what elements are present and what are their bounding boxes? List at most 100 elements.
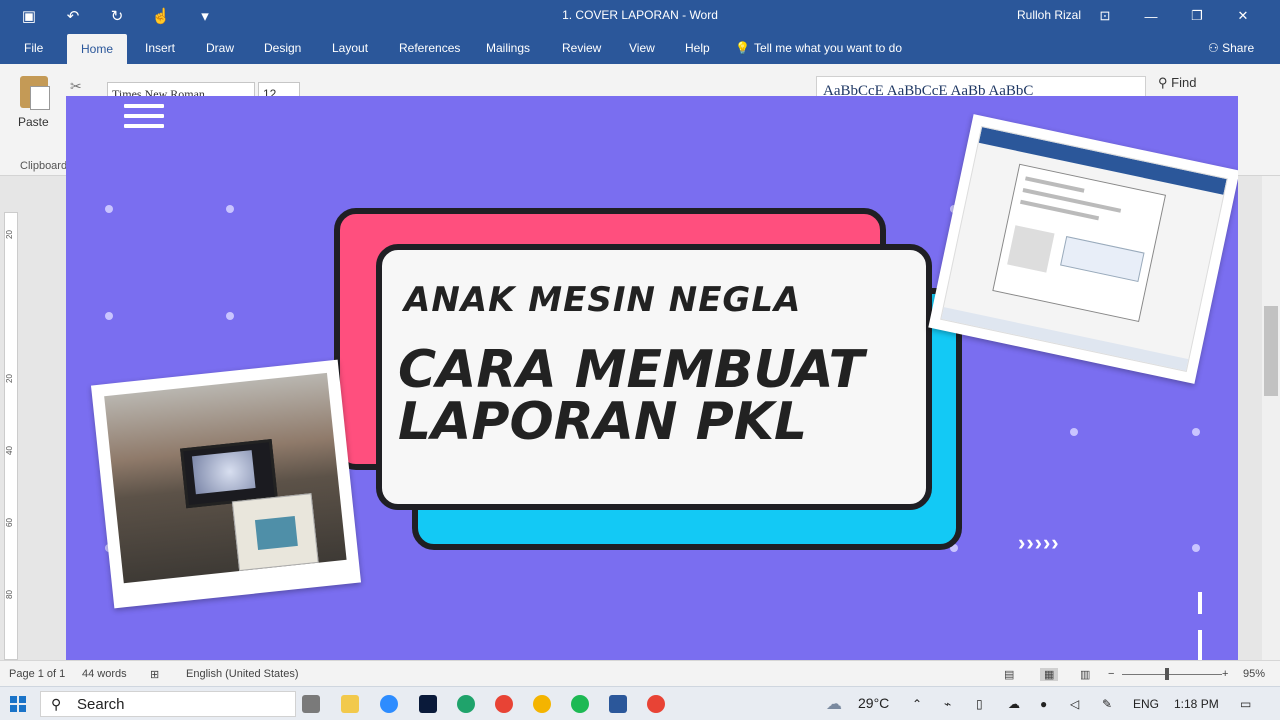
zoom-slider[interactable] [1122, 674, 1222, 675]
notifications-icon[interactable]: ▭ [1240, 697, 1251, 711]
temperature[interactable]: 29°C [858, 695, 889, 711]
video-title-line2: LAPORAN PKL [398, 392, 808, 452]
status-bar: Page 1 of 1 44 words ⊞ English (United S… [0, 660, 1280, 686]
word-count[interactable]: 44 words [82, 668, 127, 680]
windows-start-icon[interactable] [10, 696, 26, 712]
decor-dot [1192, 428, 1200, 436]
onedrive-icon[interactable]: ☁ [1008, 697, 1020, 711]
video-thumbnail: ANAK MESIN NEGLA CARA MEMBUAT LAPORAN PK… [66, 96, 1238, 660]
ruler-number: 20 [4, 230, 14, 239]
zoom-level[interactable]: 95% [1243, 668, 1265, 680]
video-title: CARA MEMBUAT LAPORAN PKL [398, 344, 864, 448]
clipboard-group-label: Clipboard [20, 160, 68, 172]
channel-name: ANAK MESIN NEGLA [404, 280, 802, 320]
taskbar: ⚲ Search ☁ 29°C ⌃ ⌁ ▯ ☁ ● ◁ ✎ ENG 1:18 P… [0, 686, 1280, 720]
vertical-ruler: 20 20 40 60 80 [0, 176, 20, 660]
ruler-number: 60 [4, 518, 14, 527]
edge-icon[interactable] [457, 695, 475, 713]
word-icon[interactable] [609, 695, 627, 713]
speaker-icon[interactable]: ◁ [1070, 697, 1079, 711]
spotify-icon[interactable] [571, 695, 589, 713]
file-explorer-icon[interactable] [341, 695, 359, 713]
window-controls: ⊡ — ❐ ✕ [1082, 5, 1266, 27]
dialog-line [1022, 188, 1122, 213]
read-mode-icon[interactable]: ▤ [1004, 668, 1014, 681]
decor-dot [1192, 544, 1200, 552]
chrome-icon[interactable] [647, 695, 665, 713]
dash-decoration [1198, 592, 1202, 614]
video-title-line1: CARA MEMBUAT [398, 340, 865, 400]
chevron-up-icon[interactable]: ⌃ [912, 697, 922, 711]
task-view-icon[interactable] [302, 695, 320, 713]
share-label: Share [1222, 41, 1255, 55]
tab-help[interactable]: Help [685, 41, 710, 55]
laptop-photo [90, 359, 362, 609]
paste-button[interactable]: Paste [18, 115, 49, 129]
zoom-app-icon[interactable] [380, 695, 398, 713]
tab-home[interactable]: Home [67, 34, 128, 64]
page-count[interactable]: Page 1 of 1 [9, 668, 65, 680]
dialog-preview [1007, 225, 1055, 273]
taskbar-search-label: Search [77, 696, 125, 713]
device-icon[interactable]: ▯ [976, 697, 983, 711]
decor-dot [226, 205, 234, 213]
zoom-slider-thumb[interactable] [1165, 668, 1169, 680]
restore-icon[interactable]: ❐ [1174, 5, 1220, 27]
screenshot-dialog [992, 163, 1167, 323]
tab-file[interactable]: File [24, 41, 43, 55]
report-book-image [231, 493, 319, 572]
screenshot-taskbar [941, 307, 1189, 371]
hamburger-icon [124, 104, 164, 134]
ruler-number: 20 [4, 374, 14, 383]
tab-view[interactable]: View [629, 41, 655, 55]
web-layout-icon[interactable]: ▥ [1080, 668, 1090, 681]
chrome-icon[interactable] [495, 695, 513, 713]
scissors-icon[interactable]: ✂ [70, 78, 82, 95]
ribbon-tabs: File Home Insert Draw Design Layout Refe… [0, 32, 1280, 64]
person-icon: ⚇ [1208, 41, 1223, 55]
tell-me-search[interactable]: 💡 Tell me what you want to do [735, 41, 902, 55]
pen-icon[interactable]: ✎ [1102, 697, 1112, 711]
clipboard-icon[interactable] [20, 76, 50, 110]
scroll-thumb[interactable] [1264, 306, 1278, 396]
tab-review[interactable]: Review [562, 41, 601, 55]
print-layout-icon[interactable]: ▦ [1040, 668, 1059, 681]
tab-mailings[interactable]: Mailings [486, 41, 530, 55]
screenshot-image [940, 125, 1228, 373]
proofing-icon[interactable]: ⊞ [150, 668, 159, 681]
tab-references[interactable]: References [399, 41, 460, 55]
word-screenshot-photo [928, 114, 1238, 384]
taskbar-search[interactable]: ⚲ Search [40, 691, 296, 717]
close-icon[interactable]: ✕ [1220, 5, 1266, 27]
weather-icon[interactable]: ☁ [826, 694, 842, 714]
tell-me-label: Tell me what you want to do [753, 41, 903, 55]
language-status[interactable]: English (United States) [186, 668, 299, 680]
search-icon: ⚲ [1158, 75, 1172, 90]
zoom-out-icon[interactable]: − [1108, 668, 1114, 680]
chrome-icon[interactable] [533, 695, 551, 713]
decor-dot [105, 312, 113, 320]
share-button[interactable]: ⚇ Share [1208, 41, 1254, 55]
microphone-icon[interactable]: ● [1040, 697, 1047, 711]
ruler-number: 40 [4, 446, 14, 455]
ruler-number: 80 [4, 590, 14, 599]
decor-dot [105, 205, 113, 213]
minimize-icon[interactable]: — [1128, 5, 1174, 27]
chevron-decoration: ››››› [1018, 530, 1060, 555]
vertical-scrollbar[interactable] [1238, 176, 1280, 660]
search-icon: ⚲ [51, 696, 62, 712]
find-button[interactable]: ⚲ Find [1158, 75, 1196, 91]
find-label: Find [1171, 75, 1197, 90]
tab-design[interactable]: Design [264, 41, 301, 55]
ribbon-display-icon[interactable]: ⊡ [1082, 5, 1128, 27]
scroll-track[interactable] [1262, 176, 1280, 660]
tab-layout[interactable]: Layout [332, 41, 368, 55]
user-name[interactable]: Rulloh Rizal [1017, 8, 1081, 22]
photoshop-icon[interactable] [419, 695, 437, 713]
tab-draw[interactable]: Draw [206, 41, 234, 55]
clock-time[interactable]: 1:18 PM [1174, 697, 1219, 711]
zoom-in-icon[interactable]: + [1222, 668, 1228, 680]
input-language[interactable]: ENG [1133, 697, 1159, 711]
tab-insert[interactable]: Insert [145, 41, 175, 55]
network-icon[interactable]: ⌁ [944, 697, 951, 711]
